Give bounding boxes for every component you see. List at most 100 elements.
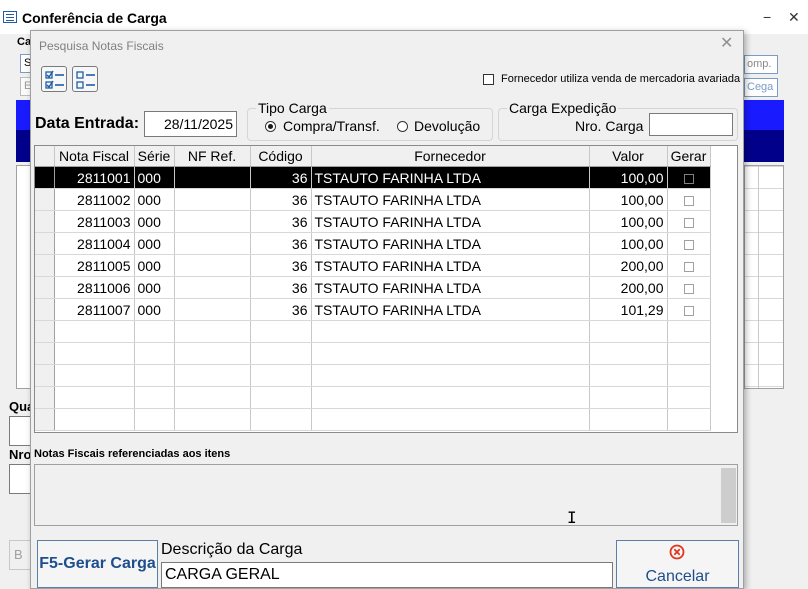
radio-devolucao[interactable]	[397, 121, 408, 132]
cell-nota-fiscal: 2811002	[54, 188, 135, 211]
table-row[interactable]: 2811003 000 36 TSTAUTO FARINHA LTDA 100,00	[35, 210, 711, 233]
cell-serie: 000	[134, 232, 175, 255]
row-indicator[interactable]	[35, 166, 55, 189]
table-row[interactable]: 2811005 000 36 TSTAUTO FARINHA LTDA 200,00	[35, 254, 711, 277]
table-row[interactable]	[35, 342, 711, 365]
bg-comp-button[interactable]: omp.	[744, 55, 778, 74]
radio-devolucao-label[interactable]: Devolução	[414, 118, 480, 134]
table-row[interactable]	[35, 386, 711, 409]
bg-label-nro: Nro	[9, 447, 32, 462]
empty-cell	[589, 320, 668, 343]
row-indicator[interactable]	[35, 210, 55, 233]
cell-nota-fiscal: 2811007	[54, 298, 135, 321]
cell-nota-fiscal: 2811003	[54, 210, 135, 233]
descricao-carga-input[interactable]: CARGA GERAL	[161, 562, 613, 588]
gerar-checkbox[interactable]	[683, 173, 694, 184]
gerar-checkbox[interactable]	[683, 195, 694, 206]
cell-fornecedor: TSTAUTO FARINHA LTDA	[311, 166, 590, 189]
notas-grid[interactable]: Nota Fiscal Série NF Ref. Código Fornece…	[34, 145, 738, 433]
empty-cell	[589, 342, 668, 365]
row-indicator[interactable]	[35, 276, 55, 299]
table-row[interactable]	[35, 408, 711, 431]
referenced-notes-scrollbar[interactable]	[721, 468, 736, 523]
cancelar-button[interactable]: Cancelar	[616, 540, 739, 588]
check-all-button[interactable]	[41, 66, 67, 92]
cancelar-label: Cancelar	[645, 568, 710, 585]
cancel-circle-icon	[669, 544, 685, 560]
empty-cell	[54, 386, 135, 409]
gerar-carga-button[interactable]: F5-Gerar Carga	[37, 540, 158, 588]
row-indicator[interactable]	[35, 232, 55, 255]
row-indicator[interactable]	[35, 298, 55, 321]
empty-cell	[134, 342, 175, 365]
dialog-close-button[interactable]: ✕	[720, 36, 733, 52]
uncheck-all-button[interactable]	[72, 66, 98, 92]
cell-gerar	[667, 254, 711, 277]
empty-cell	[54, 408, 135, 431]
bg-field-qua[interactable]	[9, 416, 31, 446]
bg-field-nro[interactable]	[9, 464, 31, 494]
col-header-nf-ref[interactable]: NF Ref.	[174, 146, 251, 167]
minimize-button[interactable]: −	[763, 9, 771, 25]
empty-cell	[54, 364, 135, 387]
carga-expedicao-group: Carga Expedição Nro. Carga	[498, 100, 738, 141]
table-row[interactable]: 2811001 000 36 TSTAUTO FARINHA LTDA 100,00	[35, 166, 711, 189]
col-header-gerar[interactable]: Gerar	[667, 146, 711, 167]
gerar-checkbox[interactable]	[683, 261, 694, 272]
row-indicator[interactable]	[35, 254, 55, 277]
empty-cell	[589, 386, 668, 409]
row-indicator[interactable]	[35, 342, 55, 365]
gerar-checkbox[interactable]	[683, 283, 694, 294]
empty-cell	[250, 408, 312, 431]
gerar-checkbox[interactable]	[683, 217, 694, 228]
cell-codigo: 36	[250, 166, 312, 189]
cell-fornecedor: TSTAUTO FARINHA LTDA	[311, 232, 590, 255]
cell-valor: 100,00	[589, 210, 668, 233]
cell-serie: 000	[134, 166, 175, 189]
table-row[interactable]: 2811004 000 36 TSTAUTO FARINHA LTDA 100,00	[35, 232, 711, 255]
data-entrada-input[interactable]: 28/11/2025	[144, 111, 237, 137]
pesquisa-notas-dialog: Pesquisa Notas Fiscais ✕ Fornecedor util…	[30, 30, 744, 589]
row-indicator[interactable]	[35, 386, 55, 409]
cell-valor: 101,29	[589, 298, 668, 321]
empty-cell	[311, 364, 590, 387]
cell-nf-ref	[174, 276, 251, 299]
cell-nf-ref	[174, 232, 251, 255]
tipo-carga-group: Tipo Carga Compra/Transf. Devolução	[247, 100, 493, 141]
row-indicator[interactable]	[35, 408, 55, 431]
cell-codigo: 36	[250, 232, 312, 255]
empty-cell	[667, 320, 711, 343]
empty-cell	[311, 320, 590, 343]
empty-cell	[589, 364, 668, 387]
referenced-notes-box[interactable]	[34, 464, 738, 526]
row-indicator[interactable]	[35, 320, 55, 343]
col-header-fornecedor[interactable]: Fornecedor	[311, 146, 590, 167]
gerar-checkbox[interactable]	[683, 239, 694, 250]
nro-carga-input[interactable]	[649, 113, 733, 136]
gerar-checkbox[interactable]	[683, 305, 694, 316]
window-close-button[interactable]: ✕	[788, 9, 800, 25]
col-header-serie[interactable]: Série	[134, 146, 175, 167]
table-row[interactable]: 2811006 000 36 TSTAUTO FARINHA LTDA 200,00	[35, 276, 711, 299]
cell-valor: 200,00	[589, 254, 668, 277]
avariada-label: Fornecedor utiliza venda de mercadoria a…	[501, 73, 741, 85]
avariada-checkbox[interactable]	[483, 74, 494, 85]
radio-compra-label[interactable]: Compra/Transf.	[283, 118, 380, 134]
radio-compra-transf[interactable]	[265, 121, 276, 132]
row-indicator[interactable]	[35, 188, 55, 211]
table-row[interactable]: 2811002 000 36 TSTAUTO FARINHA LTDA 100,00	[35, 188, 711, 211]
bg-cega-button[interactable]: Cega	[744, 78, 778, 97]
col-header-nota-fiscal[interactable]: Nota Fiscal	[54, 146, 135, 167]
carga-expedicao-label: Carga Expedição	[507, 100, 619, 116]
row-indicator[interactable]	[35, 364, 55, 387]
table-row[interactable]	[35, 320, 711, 343]
bg-header-band-right-dark	[738, 130, 784, 162]
table-row[interactable]: 2811007 000 36 TSTAUTO FARINHA LTDA 101,29	[35, 298, 711, 321]
empty-cell	[134, 364, 175, 387]
cell-fornecedor: TSTAUTO FARINHA LTDA	[311, 298, 590, 321]
bg-grid-left	[16, 165, 31, 389]
col-header-valor[interactable]: Valor	[589, 146, 668, 167]
table-row[interactable]	[35, 364, 711, 387]
bg-button-b[interactable]: B	[9, 540, 31, 570]
col-header-codigo[interactable]: Código	[250, 146, 312, 167]
